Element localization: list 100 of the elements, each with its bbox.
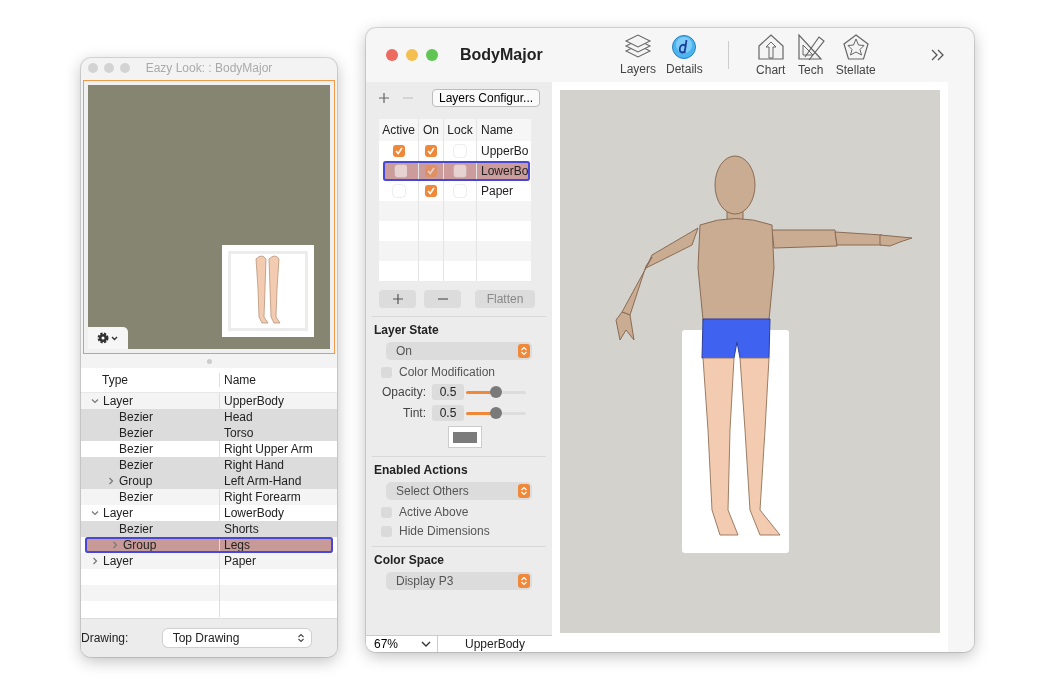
lock-checkbox[interactable] — [454, 165, 466, 177]
outline-row[interactable]: Bezier Right Forearm — [81, 489, 337, 505]
remove-layer-button[interactable] — [424, 290, 461, 308]
type-cell: Bezier — [119, 426, 153, 440]
name-cell-text: Head — [223, 410, 253, 424]
type-cell: Layer — [103, 394, 134, 408]
layer-state-dropdown[interactable]: On — [386, 342, 532, 360]
close-button[interactable] — [386, 49, 398, 61]
details-icon — [671, 34, 698, 60]
outline-row[interactable]: Bezier Torso — [81, 425, 337, 441]
house-icon — [756, 33, 785, 61]
toolbar-button[interactable]: Tech — [790, 33, 831, 77]
name-cell-text: Left Arm-Hand — [223, 474, 302, 488]
section-heading: Color Space — [374, 553, 446, 567]
minimize-button[interactable] — [406, 49, 418, 61]
name-cell-text: LowerBody — [223, 506, 285, 520]
slider-thumb[interactable] — [490, 385, 502, 398]
enabled-actions-dropdown[interactable]: Select Others — [386, 482, 532, 500]
checkbox-label: Hide Dimensions — [399, 524, 490, 538]
chevron-down-icon — [421, 640, 431, 648]
toolbar-button[interactable]: Chart — [750, 33, 791, 77]
column-header[interactable]: Active — [379, 119, 419, 141]
chevron-right-icon[interactable] — [111, 541, 119, 549]
type-cell: Bezier — [119, 522, 153, 536]
name-cell-text: Legs — [223, 538, 251, 552]
slider-thumb[interactable] — [490, 406, 502, 419]
star-pentagon-icon — [841, 33, 870, 61]
layer-name-cell-text: Paper — [480, 183, 515, 200]
value-field[interactable]: 0.5 — [432, 384, 464, 400]
zoom-button[interactable] — [120, 63, 130, 73]
close-button[interactable] — [88, 63, 98, 73]
name-cell-text: Right Upper Arm — [223, 442, 313, 456]
color-well[interactable] — [448, 426, 482, 448]
window-title: BodyMajor — [460, 46, 544, 64]
window-title: Eazy Look: : BodyMajor — [145, 61, 273, 75]
visible-checkbox[interactable] — [425, 185, 437, 197]
outline-row[interactable]: Layer Paper — [81, 553, 337, 569]
checkbox-label: Active Above — [399, 505, 469, 519]
updown-arrows-icon — [518, 574, 530, 588]
column-header[interactable]: Name — [477, 119, 531, 141]
slider-label: Opacity: — [381, 385, 426, 399]
outline-row[interactable]: Bezier Right Hand — [81, 457, 337, 473]
column-header[interactable]: Type — [81, 373, 220, 387]
layer-row[interactable]: LowerBo — [383, 161, 530, 181]
name-cell-text: Torso — [223, 426, 254, 440]
outline-row[interactable]: Bezier Head — [81, 409, 337, 425]
chevron-right-icon[interactable] — [107, 477, 115, 485]
name-cell-text: Right Hand — [223, 458, 285, 472]
toolbar-button[interactable]: Layers — [615, 34, 662, 76]
section-heading: Layer State — [374, 323, 440, 337]
chevron-right-icon[interactable] — [91, 557, 99, 565]
outline-row[interactable]: Group Left Arm-Hand — [81, 473, 337, 489]
add-layer-button[interactable] — [379, 290, 416, 308]
name-cell-text: Right Forearm — [223, 490, 301, 504]
active-checkbox[interactable] — [394, 165, 407, 177]
plus-icon — [391, 293, 404, 305]
drawing-dropdown[interactable]: Top Drawing — [162, 629, 311, 647]
color-space-dropdown[interactable]: Display P3 — [386, 572, 532, 590]
column-header[interactable]: Lock — [444, 119, 477, 141]
overflow-chevron-icon[interactable] — [930, 49, 945, 61]
add-icon[interactable] — [378, 92, 390, 104]
type-cell: Layer — [103, 554, 134, 568]
type-cell: Group — [123, 538, 157, 552]
splitter-handle[interactable] — [206, 358, 212, 364]
updown-arrows-icon — [296, 633, 305, 643]
updown-arrows-icon — [518, 344, 530, 358]
toolbar-button[interactable]: Stellate — [830, 33, 881, 77]
toolbar-button[interactable]: Details — [661, 34, 708, 76]
updown-arrows-icon — [518, 484, 530, 498]
outline-row[interactable]: Bezier Shorts — [81, 521, 337, 537]
chevron-down-icon[interactable] — [91, 397, 99, 405]
type-cell: Bezier — [119, 442, 153, 456]
column-header[interactable]: On — [419, 119, 444, 141]
zoom-dropdown[interactable]: 67% — [366, 636, 438, 652]
gear-icon — [97, 332, 119, 344]
layer-name-cell-text: LowerBo — [480, 163, 530, 180]
drafting-tools-icon — [796, 33, 825, 61]
layer-name-cell-text: UpperBo — [480, 143, 530, 160]
type-cell: Group — [119, 474, 153, 488]
name-cell-text: UpperBody — [223, 394, 285, 408]
column-header[interactable]: Name — [220, 373, 256, 387]
visible-checkbox[interactable] — [425, 145, 437, 157]
outline-row[interactable]: Group Legs — [85, 537, 333, 553]
section-heading: Enabled Actions — [374, 463, 469, 477]
gear-menu-button[interactable] — [88, 327, 128, 349]
layers-configure-button[interactable]: Layers Configur... — [432, 89, 541, 107]
name-cell-text: Paper — [223, 554, 257, 568]
outline-row[interactable]: Layer UpperBody — [81, 393, 337, 409]
value-field[interactable]: 0.5 — [432, 405, 464, 421]
active-checkbox[interactable] — [392, 145, 405, 157]
type-cell: Layer — [103, 506, 134, 520]
current-layer-label: UpperBody — [463, 637, 526, 651]
checkbox-label: Color Modification — [399, 365, 496, 379]
minimize-button[interactable] — [104, 63, 114, 73]
type-cell: Bezier — [119, 490, 153, 504]
type-cell: Bezier — [119, 410, 153, 424]
zoom-button[interactable] — [426, 49, 438, 61]
chevron-down-icon[interactable] — [91, 509, 99, 517]
name-cell-text: Shorts — [223, 522, 259, 536]
visible-checkbox[interactable] — [425, 165, 437, 177]
